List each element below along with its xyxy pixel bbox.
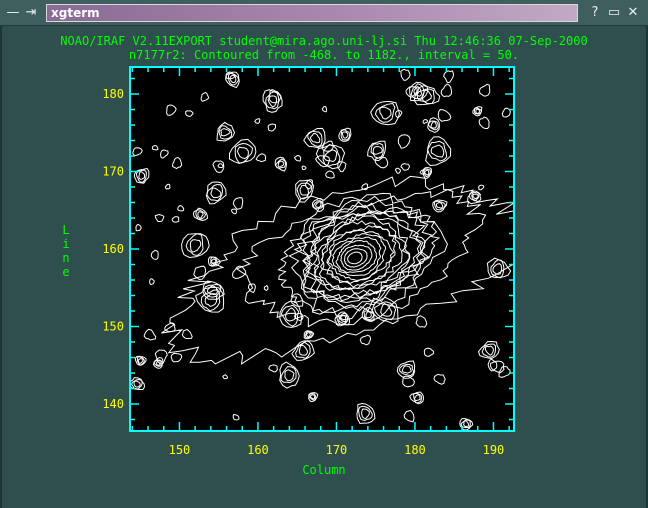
x-tick-label: 160	[247, 443, 269, 457]
x-tick-label: 150	[169, 443, 191, 457]
contour-plot: 150 160 170 180 190 140 150 160 170 180 Column Li…	[62, 66, 516, 477]
y-axis-label-letter: L	[62, 223, 69, 237]
y-axis-label-letter: e	[62, 265, 69, 279]
x-tick-label: 180	[404, 443, 426, 457]
x-tick-label: 170	[326, 443, 348, 457]
y-axis-label: Line	[62, 223, 69, 279]
y-tick-label: 150	[102, 320, 124, 334]
y-tick-label: 180	[102, 87, 124, 101]
y-tick-label: 140	[102, 397, 124, 411]
y-tick-label: 160	[102, 242, 124, 256]
y-tick-label: 170	[102, 165, 124, 179]
x-axis-label: Column	[302, 463, 345, 477]
y-axis-label-letter: n	[62, 251, 69, 265]
x-tick-label: 190	[483, 443, 505, 457]
y-axis-label-letter: i	[62, 237, 69, 251]
